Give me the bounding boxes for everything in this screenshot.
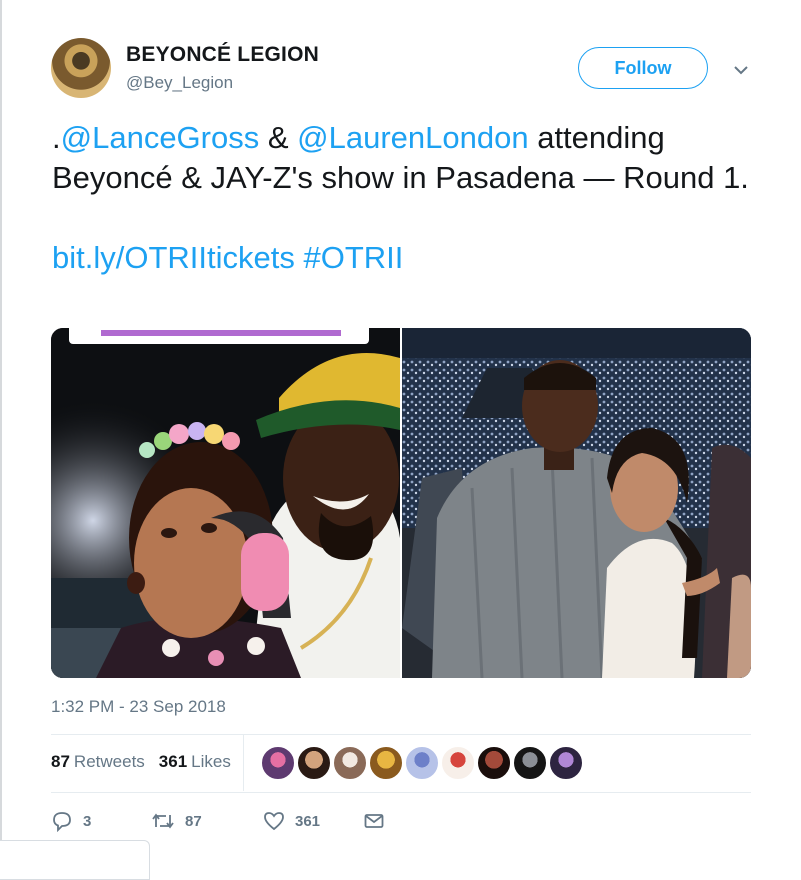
tweet-text: .@LanceGross & @LaurenLondon attending B… [52, 118, 752, 278]
liker-avatar[interactable] [549, 746, 583, 780]
heart-icon [264, 812, 284, 831]
direct-message-button[interactable] [363, 810, 395, 832]
text-amp: & [259, 120, 298, 155]
author-avatar[interactable] [51, 38, 111, 98]
tickets-link[interactable]: bit.ly/OTRIItickets [52, 240, 295, 275]
liker-avatar[interactable] [261, 746, 295, 780]
liker-avatar[interactable] [297, 746, 331, 780]
photo-concert-selfie[interactable] [51, 328, 400, 678]
divider-bottom [51, 792, 751, 793]
retweet-button[interactable]: 87 [151, 810, 263, 832]
author-handle[interactable]: @Bey_Legion [126, 73, 233, 93]
text-lead: . [52, 120, 61, 155]
liker-avatar[interactable] [333, 746, 367, 780]
photo-couple-stadium[interactable] [402, 328, 751, 678]
mention-lancegross-link[interactable]: @LanceGross [61, 120, 260, 155]
tweet-actions: 3 87 361 [51, 810, 395, 832]
stats-separator [243, 735, 244, 791]
engagement-stats: 87 Retweets 361 Likes [51, 752, 231, 772]
window-edge [0, 0, 2, 863]
liker-avatar[interactable] [369, 746, 403, 780]
retweet-count-link[interactable]: 87 Retweets [51, 752, 145, 772]
tweet-timestamp[interactable]: 1:32 PM - 23 Sep 2018 [51, 697, 226, 717]
follow-button[interactable]: Follow [578, 47, 708, 89]
hashtag-otrii-link[interactable]: #OTRII [304, 240, 404, 275]
reply-icon [53, 812, 71, 832]
bottom-panel-edge [0, 840, 150, 880]
liker-avatar[interactable] [441, 746, 475, 780]
author-name[interactable]: BEYONCÉ LEGION [126, 43, 319, 67]
like-count-link[interactable]: 361 Likes [159, 752, 231, 772]
liker-avatar[interactable] [477, 746, 511, 780]
divider-top [51, 734, 751, 735]
like-button[interactable]: 361 [263, 810, 363, 832]
envelope-icon [364, 814, 384, 828]
reply-button[interactable]: 3 [51, 810, 151, 832]
liker-avatar[interactable] [405, 746, 439, 780]
liker-avatar[interactable] [513, 746, 547, 780]
mention-laurenlondon-link[interactable]: @LaurenLondon [297, 120, 528, 155]
retweet-icon [152, 813, 174, 829]
chevron-down-icon[interactable] [730, 62, 752, 78]
